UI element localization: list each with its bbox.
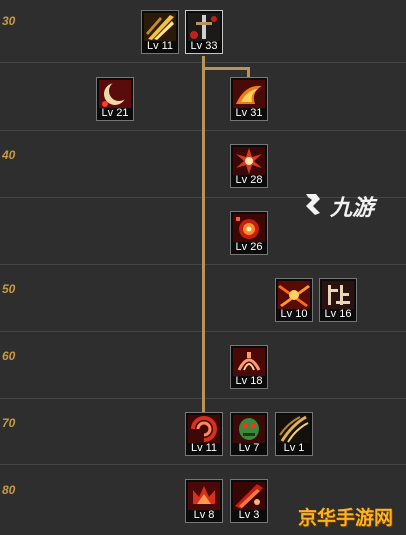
skill-level: Lv 31 xyxy=(235,107,263,119)
skill-slot[interactable]: Lv 16 xyxy=(319,278,357,322)
skill-level: Lv 16 xyxy=(324,308,352,320)
swirl-blade-icon xyxy=(188,415,220,443)
level-label-70: 70 xyxy=(2,416,16,430)
soul-glyph-icon xyxy=(322,281,354,309)
skill-slot[interactable]: Lv 7 xyxy=(230,412,268,456)
crown-flame-icon xyxy=(188,482,220,510)
skill-level: Lv 10 xyxy=(280,308,308,320)
skill-slot[interactable]: Lv 1 xyxy=(275,412,313,456)
skill-level: Lv 11 xyxy=(190,442,218,454)
skill-slot[interactable]: Lv 8 xyxy=(185,479,223,523)
skill-level: Lv 18 xyxy=(235,375,263,387)
skill-level: Lv 33 xyxy=(190,40,218,52)
skill-slot[interactable]: Lv 3 xyxy=(230,479,268,523)
crescent-moon-icon xyxy=(99,80,131,108)
skill-level: Lv 11 xyxy=(146,40,174,52)
skill-slot[interactable]: Lv 18 xyxy=(230,345,268,389)
skill-level: Lv 28 xyxy=(235,174,263,186)
skill-slot[interactable]: Lv 21 xyxy=(96,77,134,121)
skill-slot[interactable]: Lv 26 xyxy=(230,211,268,255)
tree-connector-vertical xyxy=(202,56,205,412)
skill-level: Lv 1 xyxy=(283,442,305,454)
golden-slash-icon xyxy=(144,13,176,41)
skill-level: Lv 26 xyxy=(235,241,263,253)
skill-slot[interactable]: Lv 10 xyxy=(275,278,313,322)
explosion-icon xyxy=(233,214,265,242)
green-spirit-icon xyxy=(233,415,265,443)
skill-level: Lv 7 xyxy=(238,442,260,454)
row-divider xyxy=(0,464,406,465)
nine-game-logo-icon xyxy=(300,191,326,222)
red-strike-icon xyxy=(233,482,265,510)
skill-tree: 30 40 50 60 70 80 Lv 11 Lv 33 Lv 21 Lv 3… xyxy=(0,0,406,535)
level-label-60: 60 xyxy=(2,349,16,363)
skill-slot[interactable]: Lv 33 xyxy=(185,10,223,54)
watermark-logo-top: 九游 xyxy=(300,190,374,222)
skill-slot[interactable]: Lv 11 xyxy=(141,10,179,54)
flame-dash-icon xyxy=(233,80,265,108)
fire-cross-icon xyxy=(278,281,310,309)
sword-cross-icon xyxy=(188,13,220,41)
demon-mark-icon xyxy=(233,348,265,376)
skill-slot[interactable]: Lv 11 xyxy=(185,412,223,456)
tree-connector-horizontal xyxy=(202,67,250,70)
skill-slot[interactable]: Lv 28 xyxy=(230,144,268,188)
gold-claw-icon xyxy=(278,415,310,443)
skill-slot[interactable]: Lv 31 xyxy=(230,77,268,121)
level-label-80: 80 xyxy=(2,483,16,497)
burst-icon xyxy=(233,147,265,175)
level-label-30: 30 xyxy=(2,14,16,28)
level-label-40: 40 xyxy=(2,148,16,162)
skill-level: Lv 8 xyxy=(193,509,215,521)
skill-level: Lv 21 xyxy=(101,107,129,119)
skill-level: Lv 3 xyxy=(238,509,260,521)
level-label-50: 50 xyxy=(2,282,16,296)
watermark-top-text: 九游 xyxy=(330,195,375,220)
watermark-bottom-text: 京华手游网 xyxy=(298,508,394,529)
